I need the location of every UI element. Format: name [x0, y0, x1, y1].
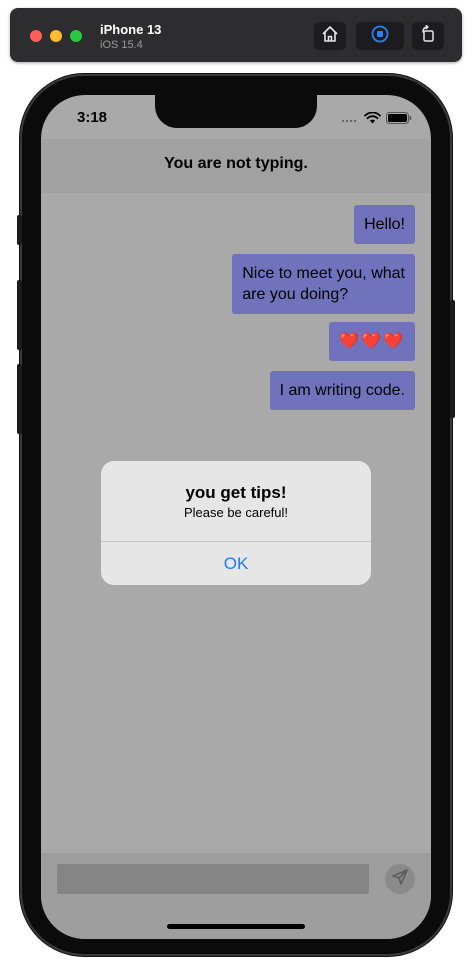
volume-down-button[interactable]	[17, 364, 22, 434]
rotate-button[interactable]	[412, 22, 444, 50]
rotate-icon	[419, 24, 437, 48]
home-button[interactable]	[314, 22, 346, 50]
close-window-button[interactable]	[30, 30, 42, 42]
message-bubble[interactable]: Hello!	[354, 205, 415, 244]
status-time: 3:18	[77, 109, 108, 126]
minimize-window-button[interactable]	[50, 30, 62, 42]
alert-dialog: you get tips! Please be careful! OK	[101, 461, 371, 585]
battery-icon	[386, 111, 412, 129]
home-icon	[321, 25, 339, 48]
volume-up-button[interactable]	[17, 280, 22, 350]
notch	[155, 95, 317, 128]
message-input[interactable]	[57, 864, 369, 894]
phone-screen: 3:18 You are not typing. Hello! Nice to …	[41, 95, 431, 939]
os-version: iOS 15.4	[100, 39, 143, 51]
alert-title: you get tips!	[185, 483, 287, 502]
message-bubble[interactable]: I am writing code.	[269, 371, 415, 410]
record-button[interactable]	[356, 22, 404, 50]
send-icon	[391, 868, 409, 891]
device-name: iPhone 13	[100, 22, 162, 37]
navigation-bar: You are not typing.	[41, 139, 431, 193]
alert-ok-button[interactable]: OK	[101, 542, 371, 585]
alert-message: Please be careful!	[183, 505, 289, 520]
signal-icon	[341, 111, 359, 129]
typing-status-title: You are not typing.	[164, 155, 308, 172]
zoom-window-button[interactable]	[70, 30, 82, 42]
home-indicator[interactable]	[167, 924, 305, 929]
message-bubble[interactable]: ❤️❤️❤️	[329, 322, 415, 361]
simulator-toolbar: iPhone 13 iOS 15.4	[10, 8, 462, 62]
status-icons	[341, 111, 412, 129]
send-button[interactable]	[385, 864, 415, 894]
mute-switch[interactable]	[17, 215, 22, 245]
record-icon	[371, 25, 389, 48]
message-bubble[interactable]: Nice to meet you, what are you doing?	[232, 254, 415, 314]
power-button[interactable]	[450, 300, 455, 418]
wifi-icon	[364, 111, 381, 129]
